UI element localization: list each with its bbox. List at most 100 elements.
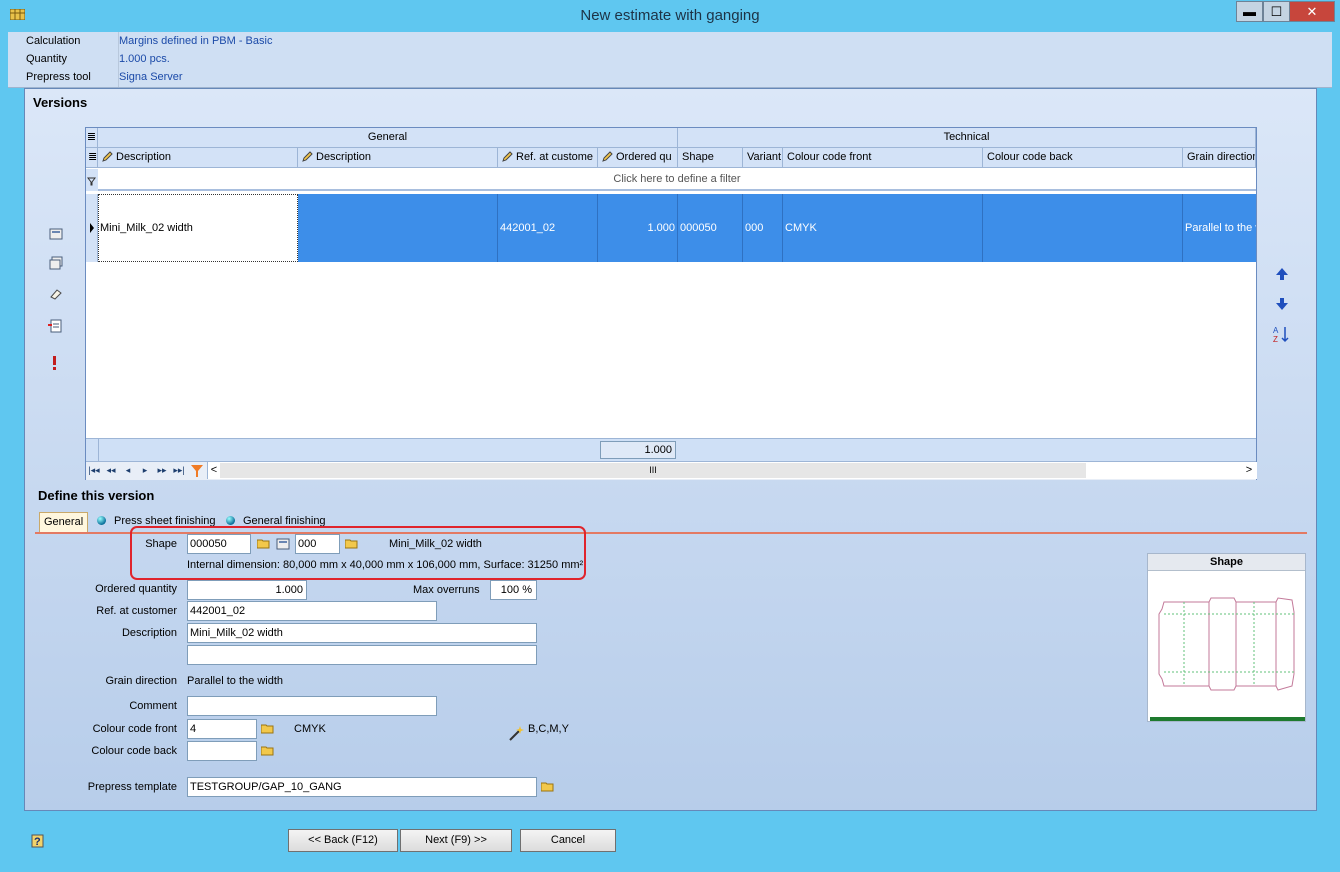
define-version-title: Define this version — [38, 488, 155, 503]
tab-general[interactable]: General — [39, 512, 89, 532]
prepress-tool-value: Signa Server — [119, 71, 183, 83]
magic-wand-icon[interactable] — [508, 725, 525, 742]
quantity-value: 1.000 pcs. — [119, 53, 170, 65]
cancel-button[interactable]: Cancel — [520, 829, 616, 852]
column-header-ordered[interactable]: Ordered qu — [598, 148, 678, 168]
cell-shape[interactable]: 000050 — [678, 194, 743, 262]
quantity-label: Quantity — [26, 53, 67, 65]
calculator-icon[interactable] — [49, 227, 63, 241]
cell-colour-front[interactable]: CMYK — [783, 194, 983, 262]
column-header-description-2[interactable]: Description — [298, 148, 498, 168]
cell-variant[interactable]: 000 — [743, 194, 783, 262]
move-up-icon[interactable] — [1275, 267, 1289, 281]
colour-code-front-name: CMYK — [294, 723, 326, 735]
open-folder-icon[interactable] — [261, 724, 274, 734]
cell-grain[interactable]: Parallel to the w — [1183, 194, 1256, 262]
filter-icon[interactable] — [86, 169, 98, 191]
next-button[interactable]: Next (F9) >> — [400, 829, 512, 852]
open-folder-icon[interactable] — [541, 782, 554, 792]
minimize-button[interactable]: ▬ — [1236, 1, 1263, 22]
eraser-icon[interactable] — [49, 287, 63, 301]
pencil-icon — [102, 151, 113, 162]
grain-direction-value: Parallel to the width — [187, 675, 283, 687]
last-record-button[interactable]: ▸▸| — [171, 462, 187, 479]
colour-code-back-input[interactable] — [187, 741, 257, 761]
title-bar: New estimate with ganging ▬ ☐ ✕ — [0, 0, 1340, 31]
sort-az-icon[interactable]: AZ — [1273, 325, 1291, 343]
calculator-copy-icon[interactable] — [49, 256, 63, 270]
next-record-button[interactable]: ▸ — [137, 462, 153, 479]
grain-direction-label: Grain direction — [105, 675, 177, 687]
column-chooser[interactable]: ≣ — [86, 148, 98, 168]
open-folder-icon[interactable] — [261, 746, 274, 756]
column-header-description[interactable]: Description — [98, 148, 298, 168]
back-button[interactable]: << Back (F12) — [288, 829, 398, 852]
cell-colour-back[interactable] — [983, 194, 1183, 262]
maximize-button[interactable]: ☐ — [1263, 1, 1290, 22]
filter-icon[interactable] — [190, 464, 204, 478]
paste-row-icon[interactable] — [48, 319, 62, 333]
column-header-grain[interactable]: Grain direction — [1183, 148, 1256, 168]
prepress-tool-label: Prepress tool — [26, 71, 91, 83]
estimate-info: Calculation Margins defined in PBM - Bas… — [8, 32, 1332, 88]
calculation-label: Calculation — [26, 35, 81, 47]
move-down-icon[interactable] — [1275, 297, 1289, 311]
colour-code-front-label: Colour code front — [92, 723, 177, 735]
cell-ordered[interactable]: 1.000 — [598, 194, 678, 262]
scroll-right-arrow[interactable]: > — [1243, 463, 1255, 478]
column-header-variant[interactable]: Variant — [743, 148, 783, 168]
ordered-total: 1.000 — [600, 441, 676, 459]
ordered-quantity-label: Ordered quantity — [95, 583, 177, 595]
colour-code-front-input[interactable]: 4 — [187, 719, 257, 739]
grid-summary-row: 1.000 — [86, 438, 1256, 461]
ink-list: B,C,M,Y — [528, 723, 569, 735]
close-button[interactable]: ✕ — [1289, 1, 1335, 22]
pencil-icon — [502, 151, 513, 162]
versions-grid[interactable]: ≣ General Technical ≣ Description Descri… — [85, 127, 1257, 480]
svg-text:?: ? — [34, 836, 41, 848]
scroll-thumb[interactable]: III — [220, 463, 1086, 478]
help-icon[interactable]: ? — [31, 832, 47, 848]
grid-navigator: |◂◂ ◂◂ ◂ ▸ ▸▸ ▸▸| < III > — [86, 461, 1257, 480]
highlight-box — [130, 526, 586, 580]
horizontal-scrollbar[interactable]: < III > — [207, 462, 1257, 479]
column-header-shape[interactable]: Shape — [678, 148, 743, 168]
ref-at-customer-input[interactable]: 442001_02 — [187, 601, 437, 621]
svg-text:A: A — [1273, 326, 1279, 335]
svg-text:Z: Z — [1273, 335, 1278, 343]
description-input-2[interactable] — [187, 645, 537, 665]
scroll-left-arrow[interactable]: < — [209, 463, 219, 478]
previous-page-button[interactable]: ◂◂ — [103, 462, 119, 479]
comment-label: Comment — [129, 700, 177, 712]
colour-code-back-label: Colour code back — [91, 745, 177, 757]
pencil-icon — [602, 151, 613, 162]
prepress-template-input[interactable]: TESTGROUP/GAP_10_GANG — [187, 777, 537, 797]
band-technical: Technical — [678, 128, 1256, 148]
description-input[interactable]: Mini_Milk_02 width — [187, 623, 537, 643]
previous-record-button[interactable]: ◂ — [120, 462, 136, 479]
max-overruns-label: Max overruns — [413, 584, 480, 596]
ordered-quantity-input[interactable]: 1.000 — [187, 580, 307, 600]
cell-description[interactable]: Mini_Milk_02 width — [98, 194, 298, 262]
shape-status-bar — [1150, 717, 1305, 721]
alert-icon[interactable] — [48, 356, 62, 370]
column-header-colour-front[interactable]: Colour code front — [783, 148, 983, 168]
row-selector[interactable] — [86, 194, 98, 262]
comment-input[interactable] — [187, 696, 437, 716]
ref-at-customer-label: Ref. at customer — [96, 605, 177, 617]
cell-ref[interactable]: 442001_02 — [498, 194, 598, 262]
column-header-colour-back[interactable]: Colour code back — [983, 148, 1183, 168]
band-corner: ≣ — [86, 128, 98, 148]
calculation-value: Margins defined in PBM - Basic — [119, 35, 273, 47]
pencil-icon — [302, 151, 313, 162]
prepress-template-label: Prepress template — [87, 781, 177, 793]
next-page-button[interactable]: ▸▸ — [154, 462, 170, 479]
max-overruns-input[interactable]: 100 % — [490, 580, 537, 600]
cell-description-2[interactable] — [298, 194, 498, 262]
shape-preview-title: Shape — [1148, 554, 1305, 571]
first-record-button[interactable]: |◂◂ — [86, 462, 102, 479]
versions-title: Versions — [33, 95, 88, 110]
filter-row[interactable]: Click here to define a filter — [98, 169, 1256, 191]
column-header-ref[interactable]: Ref. at custome — [498, 148, 598, 168]
globe-icon — [97, 516, 106, 525]
